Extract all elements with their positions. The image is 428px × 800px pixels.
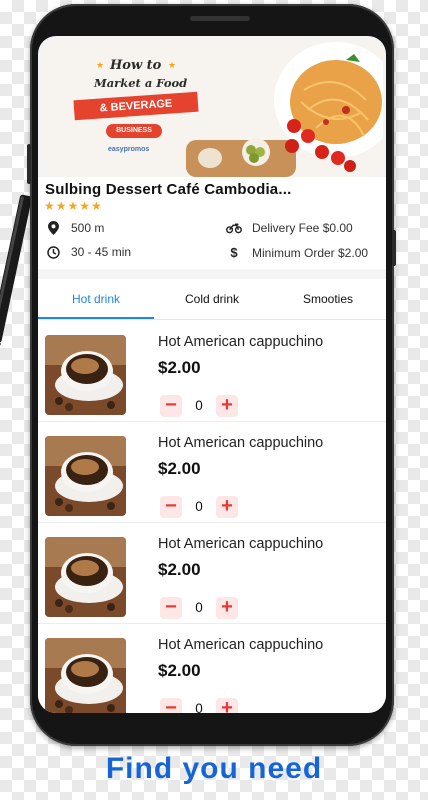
tab-hot-drink[interactable]: Hot drink: [38, 279, 154, 319]
product-image: [45, 537, 126, 617]
distance-text: 500 m: [71, 221, 105, 235]
product-image: [45, 335, 126, 415]
quantity-value: 0: [195, 398, 203, 413]
quantity-value: 0: [195, 499, 203, 514]
delivery-fee-row: Delivery Fee $0.00: [226, 221, 353, 235]
dollar-icon: $: [230, 245, 238, 260]
product-name: Hot American cappuchino: [158, 334, 324, 350]
product-image: [45, 436, 126, 516]
app-screen: ★ ★ How to Market a Food & BEVERAGE BUSI…: [38, 36, 386, 713]
decrease-button[interactable]: −: [160, 597, 182, 619]
quantity-value: 0: [195, 701, 203, 713]
clock-icon: [45, 245, 61, 259]
product-price: $2.00: [158, 661, 201, 680]
distance-row: 500 m: [45, 221, 104, 235]
restaurant-name: Sulbing Dessert Café Cambodia...: [45, 181, 292, 198]
product-name: Hot American cappuchino: [158, 536, 324, 552]
list-item[interactable]: Hot American cappuchino $2.00 − 0 +: [38, 421, 386, 523]
delivery-fee-text: Delivery Fee $0.00: [252, 221, 353, 235]
banner-subheading: Market a Food: [94, 76, 188, 90]
promo-caption: Find you need: [105, 752, 323, 785]
product-image: [45, 638, 126, 713]
banner-badge: BUSINESS: [106, 124, 162, 138]
min-order-row: $ Minimum Order $2.00: [226, 245, 368, 260]
product-list: Hot American cappuchino $2.00 − 0 + Hot …: [38, 320, 386, 713]
min-order-text: Minimum Order $2.00: [252, 245, 369, 260]
location-pin-icon: [45, 221, 61, 235]
increase-button[interactable]: +: [216, 698, 238, 713]
tab-cold-drink[interactable]: Cold drink: [154, 279, 270, 319]
list-item[interactable]: Hot American cappuchino $2.00 − 0 +: [38, 623, 386, 713]
product-name: Hot American cappuchino: [158, 435, 324, 451]
stylus-pen: [0, 194, 30, 366]
banner-heading: How to: [110, 58, 162, 73]
rating-stars: ★★★★★: [44, 199, 103, 213]
banner-brand: easypromos: [108, 146, 150, 153]
power-button: [392, 230, 396, 266]
list-item[interactable]: Hot American cappuchino $2.00 − 0 +: [38, 320, 386, 422]
list-item[interactable]: Hot American cappuchino $2.00 − 0 +: [38, 522, 386, 624]
volume-button: [27, 144, 31, 184]
decrease-button[interactable]: −: [160, 496, 182, 518]
increase-button[interactable]: +: [216, 395, 238, 417]
tab-smooties[interactable]: Smooties: [270, 279, 386, 319]
star-decoration-icon: ★: [96, 60, 105, 70]
increase-button[interactable]: +: [216, 597, 238, 619]
product-name: Hot American cappuchino: [158, 637, 324, 653]
restaurant-banner: ★ ★ How to Market a Food & BEVERAGE BUSI…: [46, 40, 383, 177]
decrease-button[interactable]: −: [160, 395, 182, 417]
product-price: $2.00: [158, 560, 201, 579]
category-tabs: Hot drink Cold drink Smooties: [38, 279, 386, 320]
decrease-button[interactable]: −: [160, 698, 182, 713]
quantity-value: 0: [195, 600, 203, 615]
increase-button[interactable]: +: [216, 496, 238, 518]
restaurant-info: Sulbing Dessert Café Cambodia... ★★★★★ 5…: [38, 177, 386, 269]
star-decoration-icon: ★: [168, 60, 177, 70]
product-price: $2.00: [158, 358, 201, 377]
motorbike-icon: [226, 222, 242, 234]
time-row: 30 - 45 min: [45, 245, 131, 259]
time-text: 30 - 45 min: [71, 245, 132, 259]
speaker: [190, 16, 250, 21]
product-price: $2.00: [158, 459, 201, 478]
